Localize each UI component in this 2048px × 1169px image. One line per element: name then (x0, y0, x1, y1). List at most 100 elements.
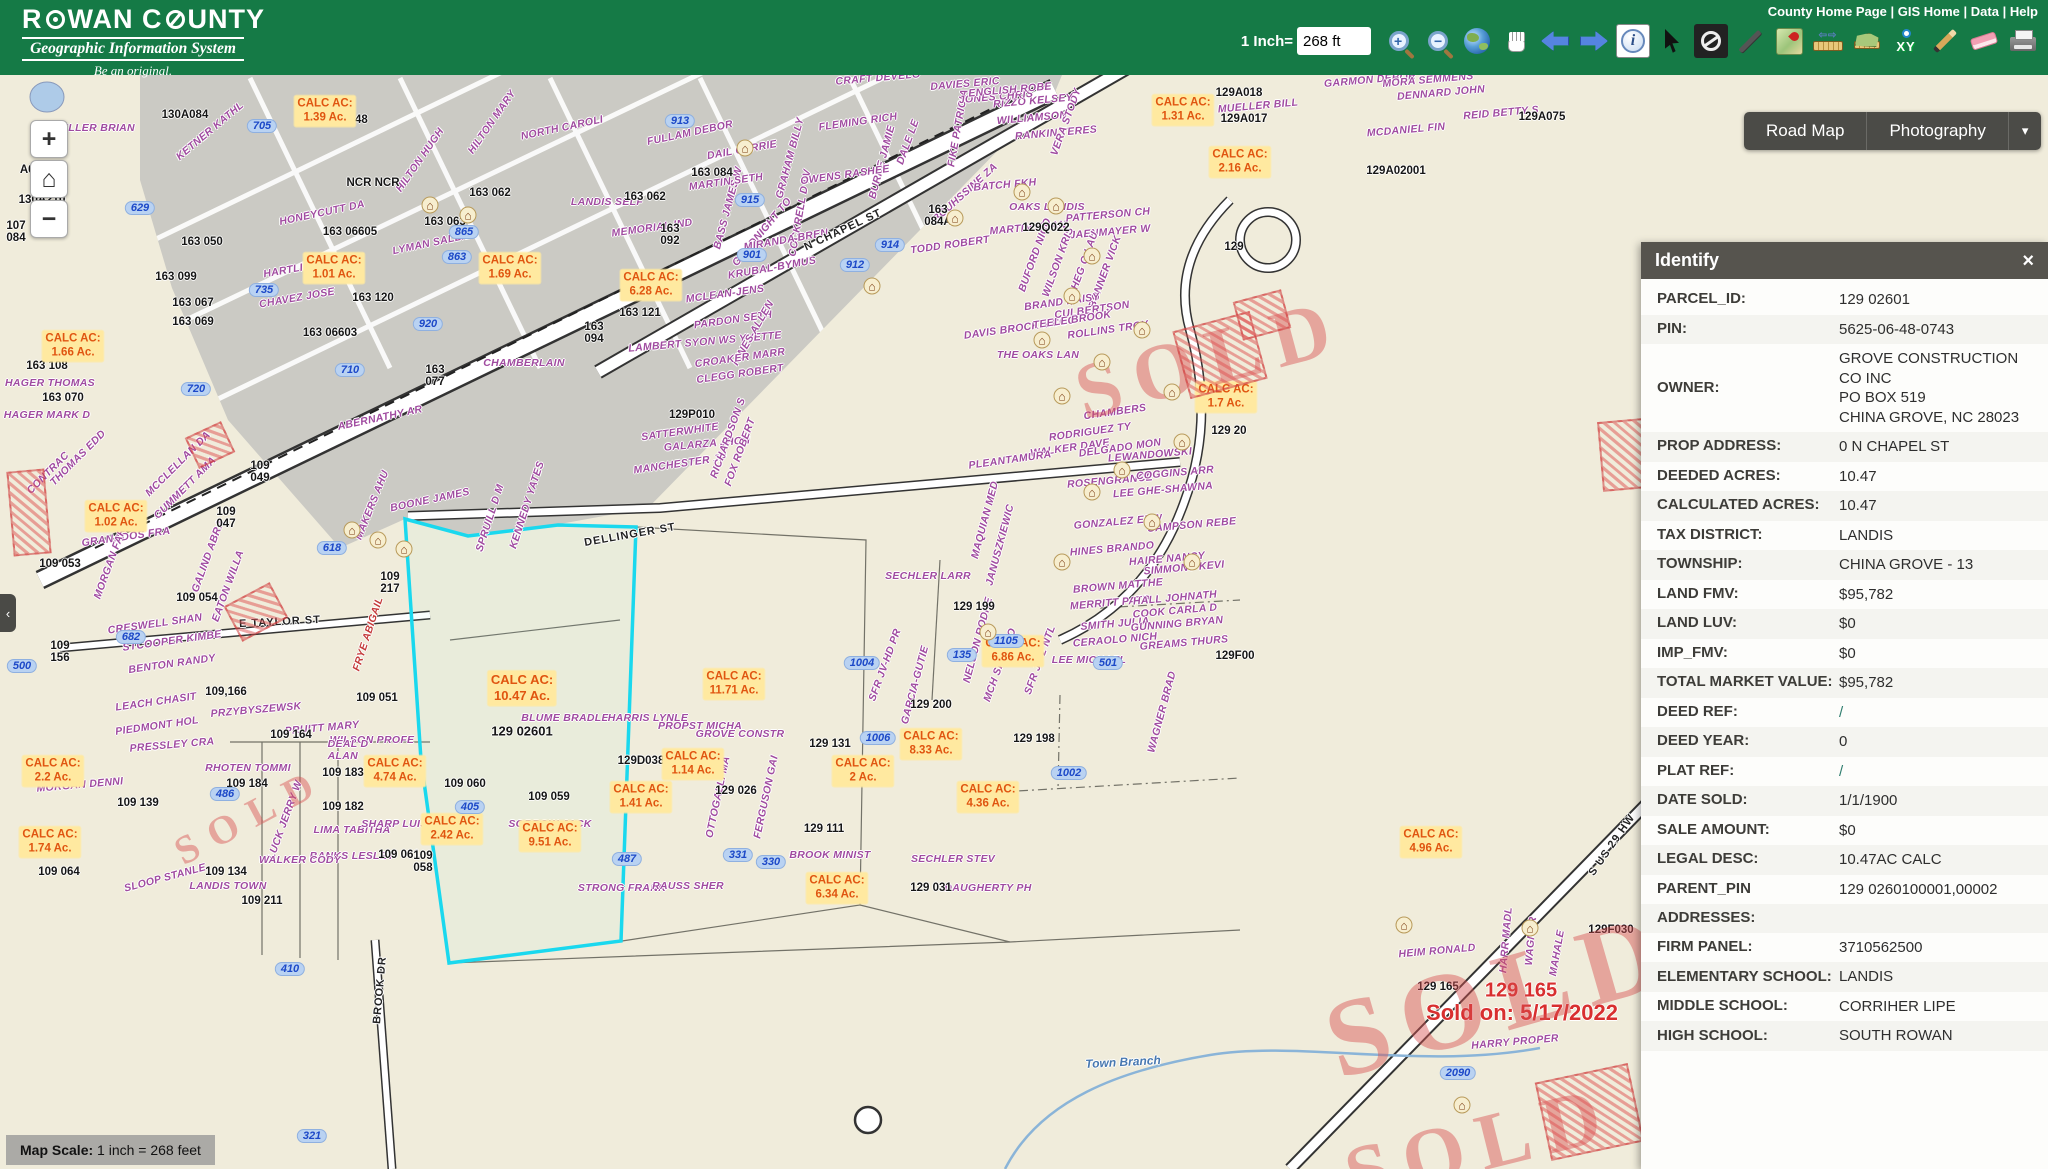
parcel-id-label: 129 200 (910, 699, 952, 711)
basemap-road-map-button[interactable]: Road Map (1744, 112, 1867, 150)
header-link-data[interactable]: Data (1971, 4, 1999, 19)
owner-name-label: WAGNER (1523, 916, 1539, 966)
creek-name-label: Town Branch (1085, 1053, 1161, 1071)
print-icon[interactable] (2006, 24, 2040, 58)
owner-name-label: STCOOPER KIMBE (122, 628, 223, 654)
identify-close-icon[interactable]: × (2022, 251, 2034, 271)
address-number-badge: 865 (449, 225, 479, 239)
xy-coordinates-icon[interactable]: XY (1889, 24, 1923, 58)
calc-acreage-label: CALC AC: 1.39 Ac. (294, 96, 355, 127)
identify-field-label: DEED REF: (1657, 703, 1839, 722)
owner-name-label: DELGADO MON (1078, 436, 1162, 459)
map-zoom-in-button[interactable]: + (30, 120, 68, 158)
owner-name-label: BENTON RANDY (128, 652, 217, 676)
identify-row: DEED REF:/ (1641, 698, 2048, 728)
owner-name-label: WALKER CODY (259, 854, 341, 866)
owner-name-label: HARRY PROPER (1471, 1032, 1560, 1052)
full-extent-globe-icon[interactable] (1460, 24, 1494, 58)
owner-name-label: LANDIS TOWN (189, 880, 266, 892)
owner-name-label: KETNER KATHL (174, 99, 246, 162)
measure-area-icon[interactable] (1850, 24, 1884, 58)
street-name-label: BROOK DR (371, 956, 389, 1025)
parcel-id-label: 129 031 (910, 882, 952, 894)
zoom-out-icon[interactable] (1421, 24, 1455, 58)
address-number-badge: 501 (1093, 656, 1123, 670)
identify-field-value[interactable]: / (1839, 762, 2032, 782)
calc-acreage-label: CALC AC: 2.42 Ac. (421, 814, 482, 845)
owner-name-label: HILTON HUGH (394, 126, 447, 195)
header-link-help[interactable]: Help (2010, 4, 2038, 19)
locate-map-pin-icon[interactable] (1772, 24, 1806, 58)
address-number-badge: 705 (247, 119, 277, 133)
map-zoom-out-button[interactable]: − (30, 200, 68, 238)
measure-line-icon[interactable] (1733, 24, 1767, 58)
identify-field-label: PROP ADDRESS: (1657, 437, 1839, 456)
owner-name-label: FOX ROBERT (722, 416, 758, 487)
identify-row: ELEMENTARY SCHOOL:LANDIS (1641, 962, 2048, 992)
owner-name-label: WILSON KRIS (1040, 226, 1076, 299)
identify-field-label: PARCEL_ID: (1657, 290, 1839, 309)
identify-info-icon[interactable]: i (1616, 24, 1650, 58)
scale-input[interactable] (1297, 27, 1371, 55)
identify-field-value: 10.47 (1839, 496, 2032, 516)
parcel-id-label: 109 059 (528, 791, 570, 803)
owner-name-label: RHOTEN TOMMI (205, 762, 291, 774)
owner-name-label: RANKIN TERES (1014, 123, 1097, 142)
header-link-gis-home[interactable]: GIS Home (1898, 4, 1960, 19)
owner-name-label: HALL JOHNATH (1132, 588, 1217, 607)
owner-name-label: SIMMONS KEVI (1143, 558, 1225, 577)
owner-name-label: MIRANDA BREN (743, 227, 829, 254)
parcel-id-label: NCR NCR (346, 177, 399, 189)
parcel-id-label: 109 064 (38, 866, 80, 878)
house-icon: ⌂ (1454, 1097, 1471, 1114)
house-icon: ⌂ (947, 210, 964, 227)
eraser-icon[interactable] (1967, 24, 2001, 58)
parcel-id-label: 163 068 (61, 336, 103, 348)
identify-field-label: TOWNSHIP: (1657, 555, 1839, 574)
parcel-id-label: 163 092 (660, 223, 679, 247)
sold-parcel-hatch (1172, 311, 1267, 399)
selected-parcel-id-label: 129 02601 (491, 724, 552, 739)
owner-name-label: SHARP LUIS R (361, 818, 438, 830)
zoom-in-icon[interactable] (1382, 24, 1416, 58)
identify-field-value[interactable]: / (1839, 703, 2032, 723)
address-number-badge: 682 (116, 630, 146, 644)
identify-field-label: OWNER: (1657, 379, 1839, 398)
previous-extent-icon[interactable] (1538, 24, 1572, 58)
identify-field-label: PIN: (1657, 320, 1839, 339)
address-number-badge: 135 (947, 648, 977, 662)
draw-pencil-icon[interactable] (1928, 24, 1962, 58)
next-extent-icon[interactable] (1577, 24, 1611, 58)
owner-name-label: EATON WILLA (209, 549, 246, 624)
map-home-button[interactable]: ⌂ (30, 160, 68, 198)
identify-field-value: 10.47 (1839, 467, 2032, 487)
sold-info-label: 129 165 (1485, 980, 1557, 1003)
select-cursor-icon[interactable] (1655, 24, 1689, 58)
basemap-dropdown-caret[interactable]: ▾ (2009, 112, 2042, 150)
owner-name-label: SMITH JULIA (1080, 615, 1150, 633)
owner-name-label: WALKER DAVE (1030, 436, 1111, 459)
owner-name-label: MORA SEMMENS (1382, 75, 1474, 90)
measure-distance-icon[interactable]: ⇦⇨ (1811, 24, 1845, 58)
owner-name-label: DALE LE (894, 118, 921, 166)
header-link-county-home-page[interactable]: County Home Page (1768, 4, 1887, 19)
house-icon: ⌂ (737, 140, 754, 157)
clear-graphics-icon[interactable] (1694, 24, 1728, 58)
owner-name-label: SECHLER STEV (911, 853, 995, 865)
identify-field-label: DEEDED ACRES: (1657, 467, 1839, 486)
owner-name-label: BROWN MATTHE (1072, 576, 1163, 596)
owner-name-label: COCKRELL D LV (786, 168, 813, 257)
pan-hand-icon[interactable] (1499, 24, 1533, 58)
calc-acreage-label: CALC AC: 1.02 Ac. (85, 501, 146, 532)
sidebar-collapse-tab[interactable]: ‹ (0, 594, 16, 632)
identify-panel-title: Identify (1655, 250, 2022, 271)
owner-name-label: MAKERS AHU (353, 469, 392, 542)
parcel-id-label: 109 183 (322, 767, 364, 779)
owner-name-label: NORTH CAROLI (520, 113, 605, 142)
address-number-badge: 486 (210, 787, 240, 801)
basemap-photography-button[interactable]: Photography (1867, 112, 2008, 150)
identify-field-value: 1/1/1900 (1839, 791, 2032, 811)
owner-name-label: BUFORD NICO (1016, 217, 1054, 294)
street-name-label: N CHAPEL ST (802, 207, 883, 253)
identify-field-value: CORRIHER LIPE (1839, 997, 2032, 1017)
